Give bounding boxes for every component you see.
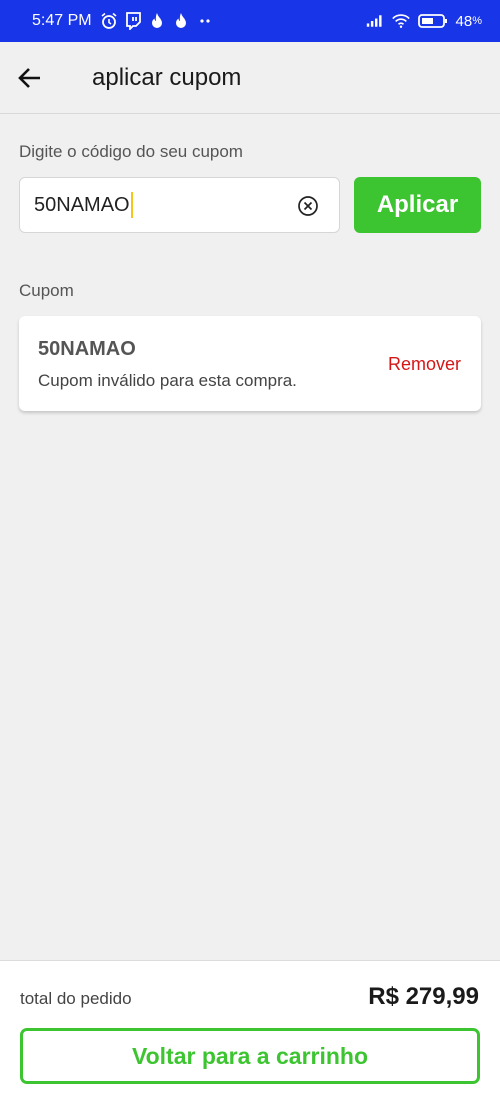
- back-to-cart-button[interactable]: Voltar para a carrinho: [20, 1028, 480, 1084]
- signal-icon: [366, 12, 384, 30]
- clear-button[interactable]: [297, 195, 319, 217]
- battery-icon: [417, 12, 448, 30]
- coupon-card-code: 50NAMAO: [38, 338, 136, 360]
- clear-circle-icon: [298, 196, 318, 216]
- coupon-code-value: 50NAMAO: [34, 193, 130, 216]
- order-total-label: total do pedido: [20, 989, 132, 1008]
- order-total-value: R$ 279,99: [368, 983, 479, 1010]
- twitch-icon: [124, 12, 142, 30]
- flame-icon: [148, 12, 166, 30]
- coupon-section-label: Cupom: [19, 281, 74, 300]
- page-title: aplicar cupom: [92, 63, 242, 91]
- wifi-icon: [391, 12, 410, 30]
- more-dots-icon: [196, 12, 214, 30]
- back-button[interactable]: [2, 50, 58, 106]
- coupon-card: 50NAMAO Cupom inválido para esta compra.…: [19, 316, 481, 411]
- coupon-code-input[interactable]: 50NAMAO: [19, 177, 340, 233]
- arrow-left-icon: [18, 67, 40, 88]
- coupon-code-label: Digite o código do seu cupom: [19, 142, 243, 161]
- status-bar: 5:47 PM 48%: [0, 0, 500, 42]
- remove-coupon-button[interactable]: Remover: [388, 354, 461, 375]
- battery-unit: %: [472, 15, 482, 27]
- coupon-error-message: Cupom inválido para esta compra.: [38, 371, 297, 390]
- alarm-icon: [100, 12, 118, 30]
- order-footer: total do pedido R$ 279,99 Voltar para a …: [0, 960, 500, 1111]
- flame-icon: [172, 12, 190, 30]
- status-time: 5:47 PM: [32, 12, 92, 29]
- text-caret: [130, 192, 133, 218]
- battery-percent: 48: [455, 12, 473, 30]
- apply-button[interactable]: Aplicar: [354, 177, 481, 233]
- app-bar: aplicar cupom: [0, 42, 500, 114]
